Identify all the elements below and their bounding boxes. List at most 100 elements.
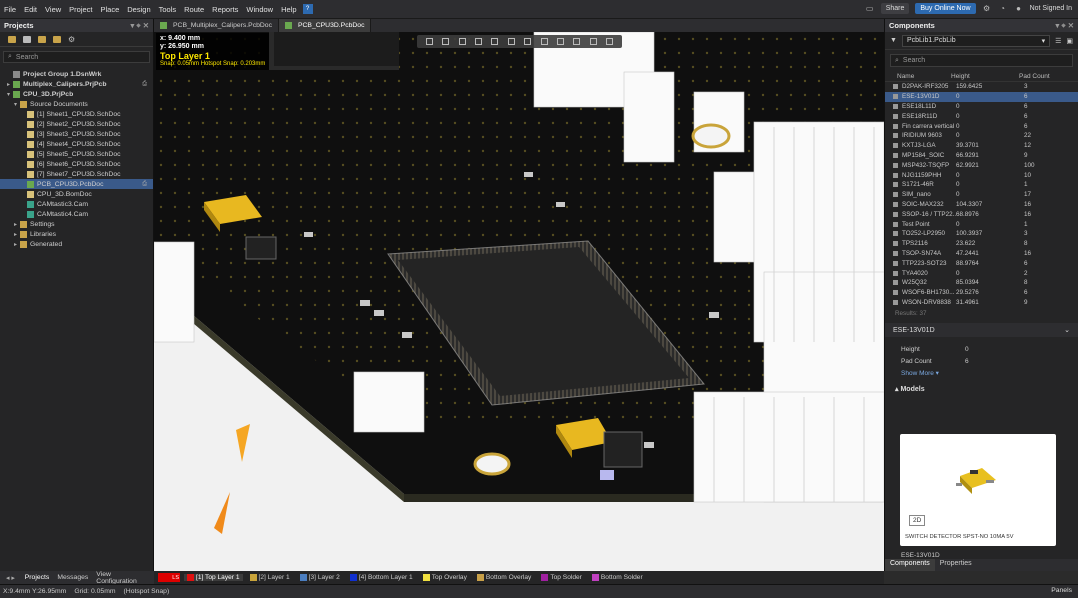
table-row[interactable]: NJG1159PHH 0 10 [885, 170, 1078, 180]
panel-tab-components[interactable]: Components [885, 559, 935, 571]
via-icon[interactable] [540, 38, 548, 45]
table-row[interactable]: Fin carrera vertical 0 6 [885, 121, 1078, 131]
tree-item[interactable]: [4] Sheet4_CPU3D.SchDoc [0, 139, 153, 149]
menu-edit[interactable]: Edit [20, 5, 41, 14]
models-section-title[interactable]: ▴ Models [885, 385, 1078, 393]
table-row[interactable]: ESE18L11D 0 6 [885, 102, 1078, 112]
component-detail-header[interactable]: ESE-13V01D ⌄ [885, 323, 1078, 338]
tree-item[interactable]: [5] Sheet5_CPU3D.SchDoc [0, 149, 153, 159]
panel-tab[interactable]: Messages [53, 574, 92, 581]
select-icon[interactable] [458, 38, 466, 45]
open-project-icon[interactable] [8, 35, 16, 43]
message-icon[interactable]: ▭ [865, 4, 875, 14]
layer-tab[interactable]: [1] Top Layer 1 [184, 574, 243, 581]
table-row[interactable]: ESE-13V01D 0 6 [885, 91, 1078, 102]
table-row[interactable]: TPS2116 23.622 8 [885, 239, 1078, 249]
fill-icon[interactable] [524, 38, 532, 45]
tree-item[interactable]: ▸ Generated [0, 239, 153, 249]
column-header[interactable]: Pad Count [1019, 73, 1059, 80]
table-row[interactable]: MSP432-TSQFP 62.9921 100 [885, 160, 1078, 170]
menu-reports[interactable]: Reports [208, 5, 242, 14]
bell-icon[interactable]: ◔ [998, 4, 1008, 14]
layer-tab[interactable]: [4] Bottom Layer 1 [347, 574, 416, 581]
table-row[interactable]: TO252-LP2950 100.3937 3 [885, 229, 1078, 239]
tab-scroll-arrows[interactable]: ◂ ▸ [0, 574, 21, 582]
tree-item[interactable]: CAMtastic3.Cam [0, 199, 153, 209]
share-button[interactable]: Share [880, 3, 910, 14]
tree-item[interactable]: ▸ Settings [0, 219, 153, 229]
tree-item[interactable]: PCB_CPU3D.PcbDoc ⎙ [0, 179, 153, 189]
library-select[interactable]: PcbLib1.PcbLib ▾ [901, 34, 1051, 47]
layer-tab[interactable]: Top Solder [538, 574, 585, 581]
menu-help[interactable]: Help [277, 5, 300, 14]
table-row[interactable]: SIM_nano 0 17 [885, 190, 1078, 200]
panel-tab-properties[interactable]: Properties [935, 559, 977, 571]
help-icon[interactable]: ? [302, 4, 313, 14]
toggle-2d-button[interactable]: 2D [909, 515, 926, 526]
tree-item[interactable]: [6] Sheet6_CPU3D.SchDoc [0, 159, 153, 169]
menu-icon[interactable]: ☰ [1055, 37, 1061, 45]
place-component-icon[interactable] [491, 38, 499, 45]
menu-file[interactable]: File [0, 5, 20, 14]
save-icon[interactable] [53, 35, 61, 43]
table-row[interactable]: SSOP-16 / TTP22... 68.8976 16 [885, 209, 1078, 219]
pcb-3d-scene[interactable] [154, 32, 884, 571]
pcb-3d-viewport[interactable]: x: 9.400 mm y: 26.950 mm Top Layer 1 Sna… [154, 32, 884, 571]
menu-project[interactable]: Project [65, 5, 96, 14]
layer-tab[interactable]: [3] Layer 2 [297, 574, 343, 581]
user-icon[interactable]: ● [1014, 4, 1024, 14]
table-row[interactable]: TYA4020 0 2 [885, 268, 1078, 278]
route-icon[interactable] [507, 38, 515, 45]
settings-gear-icon[interactable]: ⚙ [68, 35, 75, 44]
menu-place[interactable]: Place [97, 5, 124, 14]
text-icon[interactable] [573, 38, 581, 45]
table-row[interactable]: W25Q32 85.0394 8 [885, 278, 1078, 288]
table-row[interactable]: TTP223-SOT23 88.9764 6 [885, 258, 1078, 268]
document-tab[interactable]: PCB_Multiplex_Calipers.PcbDoc [154, 19, 279, 32]
filter-icon[interactable] [425, 38, 433, 45]
tree-item[interactable]: [7] Sheet7_CPU3D.SchDoc [0, 169, 153, 179]
table-row[interactable]: KXTJ3-LGA 39.3701 12 [885, 141, 1078, 151]
table-row[interactable]: WSOF6-BH1730... 29.5276 6 [885, 288, 1078, 298]
model-preview[interactable]: 2D SWITCH DETECTOR SPST-NO 10MA 5V [900, 434, 1056, 546]
layout-toggle-icon[interactable]: ▣ [1066, 37, 1073, 45]
tree-item[interactable]: Project Group 1.DsnWrk [0, 69, 153, 79]
tree-item[interactable]: ▾ CPU_3D.PrjPcb [0, 89, 153, 99]
show-more-link[interactable]: Show More ▾ [885, 369, 1078, 377]
table-row[interactable]: MP1584_SOIC 66.9291 9 [885, 151, 1078, 161]
buy-online-button[interactable]: Buy Online Now [915, 3, 976, 14]
menu-view[interactable]: View [41, 5, 65, 14]
menu-window[interactable]: Window [242, 5, 277, 14]
tree-item[interactable]: CAMtastic4.Cam [0, 209, 153, 219]
layer-tab[interactable]: Bottom Overlay [474, 574, 534, 581]
table-row[interactable]: TSOP-SN74A 47.2441 16 [885, 249, 1078, 259]
document-tab[interactable]: PCB_CPU3D.PcbDoc [278, 19, 372, 32]
panel-tab[interactable]: Projects [21, 574, 54, 581]
column-header[interactable]: Height [951, 73, 1019, 80]
tree-item[interactable]: [1] Sheet1_CPU3D.SchDoc [0, 109, 153, 119]
line-icon[interactable] [606, 38, 614, 45]
layer-set-button[interactable]: LS [158, 573, 180, 582]
projects-search-input[interactable]: ⌕ Search [3, 51, 150, 63]
chevron-collapse-icon[interactable]: ⌄ [1064, 326, 1070, 334]
components-search-input[interactable]: ⌕ Search [890, 54, 1073, 67]
tree-item[interactable]: CPU_3D.BomDoc [0, 189, 153, 199]
menu-design[interactable]: Design [123, 5, 154, 14]
filter-icon[interactable]: ▼ [890, 37, 897, 44]
panel-menu-icon[interactable]: ▾ ⌖ ✕ [131, 21, 149, 31]
dimension-icon[interactable] [556, 38, 564, 45]
tree-item[interactable]: ▸ Libraries [0, 229, 153, 239]
layer-tab[interactable]: Bottom Solder [589, 574, 646, 581]
table-row[interactable]: SOIC-MAX232 104.3307 16 [885, 200, 1078, 210]
table-row[interactable]: IRIDIUM 9603 0 22 [885, 131, 1078, 141]
align-icon[interactable] [474, 38, 482, 45]
table-row[interactable]: S1721-46R 0 1 [885, 180, 1078, 190]
table-row[interactable]: ESE18R11D 0 6 [885, 111, 1078, 121]
pad-icon[interactable] [589, 38, 597, 45]
layer-tab[interactable]: Top Overlay [420, 574, 470, 581]
sign-in-status[interactable]: Not Signed In [1030, 5, 1072, 12]
tree-item[interactable]: [3] Sheet3_CPU3D.SchDoc [0, 129, 153, 139]
move-icon[interactable] [442, 38, 450, 45]
menu-route[interactable]: Route [180, 5, 208, 14]
gear-icon[interactable]: ⚙ [982, 4, 992, 14]
